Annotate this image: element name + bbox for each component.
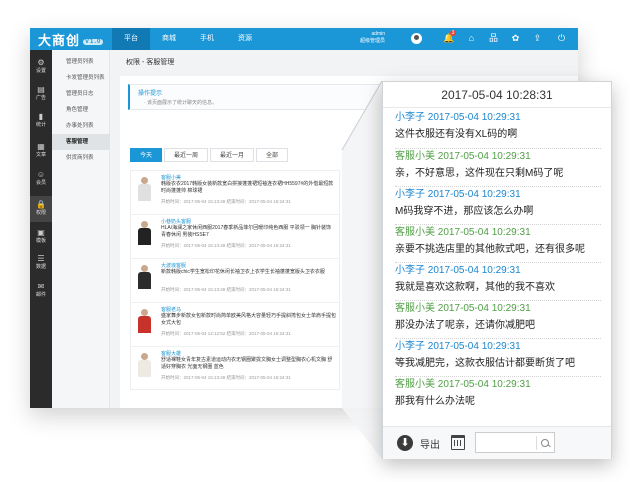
message-time: 2017-05-04 10:29:31 bbox=[427, 265, 521, 276]
message-meta: 小李子 2017-05-04 10:29:31 bbox=[395, 264, 605, 278]
message-time: 2017-05-04 10:29:31 bbox=[437, 303, 531, 314]
message-time: 2017-05-04 10:29:31 bbox=[437, 227, 531, 238]
sender-name: 小李子 bbox=[395, 189, 425, 200]
search-input[interactable] bbox=[475, 432, 555, 453]
export-label[interactable]: 导出 bbox=[420, 436, 440, 451]
message-text: 等我减肥完，这款衣服估计都要断货了吧 bbox=[395, 358, 575, 369]
calendar-icon[interactable] bbox=[451, 435, 465, 450]
message-text: 这件衣服还有没有XL码的啊 bbox=[395, 129, 518, 140]
message-meta: 客服小美 2017-05-04 10:29:31 bbox=[395, 150, 605, 164]
chat-message: 客服小美 2017-05-04 10:29:31 那没办法了呢亲，还请你减肥吧 bbox=[395, 302, 605, 333]
sender-name: 客服小美 bbox=[395, 379, 435, 390]
message-divider bbox=[395, 224, 601, 225]
zoom-cone bbox=[342, 81, 382, 459]
chat-date-header: 2017-05-04 10:28:31 bbox=[383, 82, 611, 108]
message-time: 2017-05-04 10:29:31 bbox=[437, 379, 531, 390]
chat-message: 小李子 2017-05-04 10:29:31 M码我穿不进，那应该怎么办啊 bbox=[395, 188, 605, 219]
chat-footer: ⬇ 导出 bbox=[383, 426, 611, 459]
message-text: 亲，不好意思，这件现在只剩M码了呢 bbox=[395, 168, 564, 179]
sender-name: 客服小美 bbox=[395, 303, 435, 314]
message-text: 那我有什么办法呢 bbox=[395, 396, 475, 407]
message-divider bbox=[395, 300, 601, 301]
message-divider bbox=[395, 338, 601, 339]
chat-messages: 小李子 2017-05-04 10:29:31 这件衣服还有没有XL码的啊 客服… bbox=[383, 108, 611, 426]
chat-record-popup: 2017-05-04 10:28:31 小李子 2017-05-04 10:29… bbox=[382, 81, 612, 459]
message-time: 2017-05-04 10:29:31 bbox=[427, 112, 521, 123]
message-meta: 小李子 2017-05-04 10:29:31 bbox=[395, 340, 605, 354]
chat-message: 小李子 2017-05-04 10:29:31 等我减肥完，这款衣服估计都要断货… bbox=[395, 340, 605, 371]
message-divider bbox=[395, 186, 601, 187]
message-meta: 小李子 2017-05-04 10:29:31 bbox=[395, 188, 605, 202]
chat-message: 客服小美 2017-05-04 10:29:31 那我有什么办法呢 bbox=[395, 378, 605, 409]
message-text: M码我穿不进，那应该怎么办啊 bbox=[395, 206, 534, 217]
search-icon[interactable] bbox=[536, 436, 552, 450]
sender-name: 小李子 bbox=[395, 265, 425, 276]
message-divider bbox=[395, 262, 601, 263]
message-text: 我就是喜欢这款啊，其他的我不喜欢 bbox=[395, 282, 555, 293]
message-divider bbox=[395, 376, 601, 377]
message-meta: 小李子 2017-05-04 10:29:31 bbox=[395, 111, 605, 125]
message-text: 亲要不挑选店里的其他款式吧，还有很多呢 bbox=[395, 244, 585, 255]
chat-message: 小李子 2017-05-04 10:29:31 这件衣服还有没有XL码的啊 bbox=[395, 111, 605, 142]
sender-name: 小李子 bbox=[395, 112, 425, 123]
message-time: 2017-05-04 10:29:31 bbox=[427, 341, 521, 352]
sender-name: 客服小美 bbox=[395, 227, 435, 238]
download-icon[interactable]: ⬇ bbox=[397, 435, 413, 451]
message-divider bbox=[395, 148, 601, 149]
message-text: 那没办法了呢亲，还请你减肥吧 bbox=[395, 320, 535, 331]
chat-message: 客服小美 2017-05-04 10:29:31 亲，不好意思，这件现在只剩M码… bbox=[395, 150, 605, 181]
message-time: 2017-05-04 10:29:31 bbox=[437, 151, 531, 162]
sender-name: 客服小美 bbox=[395, 151, 435, 162]
message-meta: 客服小美 2017-05-04 10:29:31 bbox=[395, 226, 605, 240]
message-meta: 客服小美 2017-05-04 10:29:31 bbox=[395, 378, 605, 392]
sender-name: 小李子 bbox=[395, 341, 425, 352]
message-meta: 客服小美 2017-05-04 10:29:31 bbox=[395, 302, 605, 316]
chat-message: 客服小美 2017-05-04 10:29:31 亲要不挑选店里的其他款式吧，还… bbox=[395, 226, 605, 257]
message-time: 2017-05-04 10:29:31 bbox=[427, 189, 521, 200]
chat-message: 小李子 2017-05-04 10:29:31 我就是喜欢这款啊，其他的我不喜欢 bbox=[395, 264, 605, 295]
